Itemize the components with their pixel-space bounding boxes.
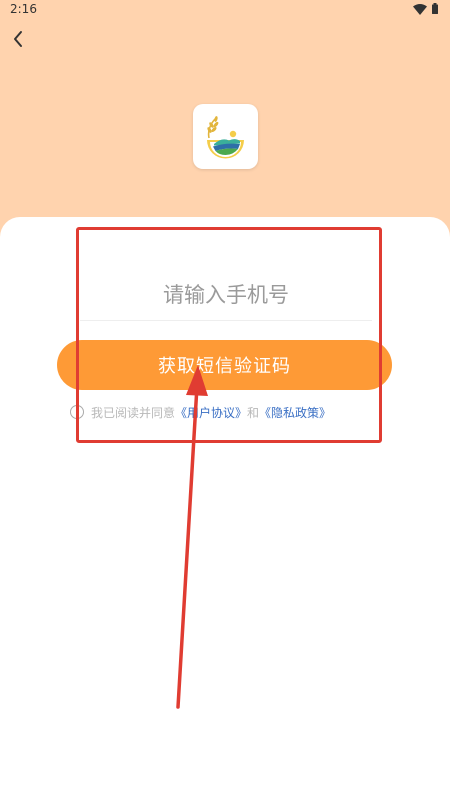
battery-icon bbox=[432, 3, 438, 14]
back-button[interactable] bbox=[4, 24, 34, 54]
app-logo bbox=[193, 104, 258, 169]
status-bar: 2:16 bbox=[0, 0, 450, 20]
annotation-highlight-box bbox=[76, 227, 382, 443]
wheat-field-logo-icon bbox=[207, 116, 244, 159]
wifi-icon bbox=[413, 4, 427, 15]
status-time: 2:16 bbox=[10, 2, 37, 16]
chevron-left-icon bbox=[14, 31, 22, 47]
